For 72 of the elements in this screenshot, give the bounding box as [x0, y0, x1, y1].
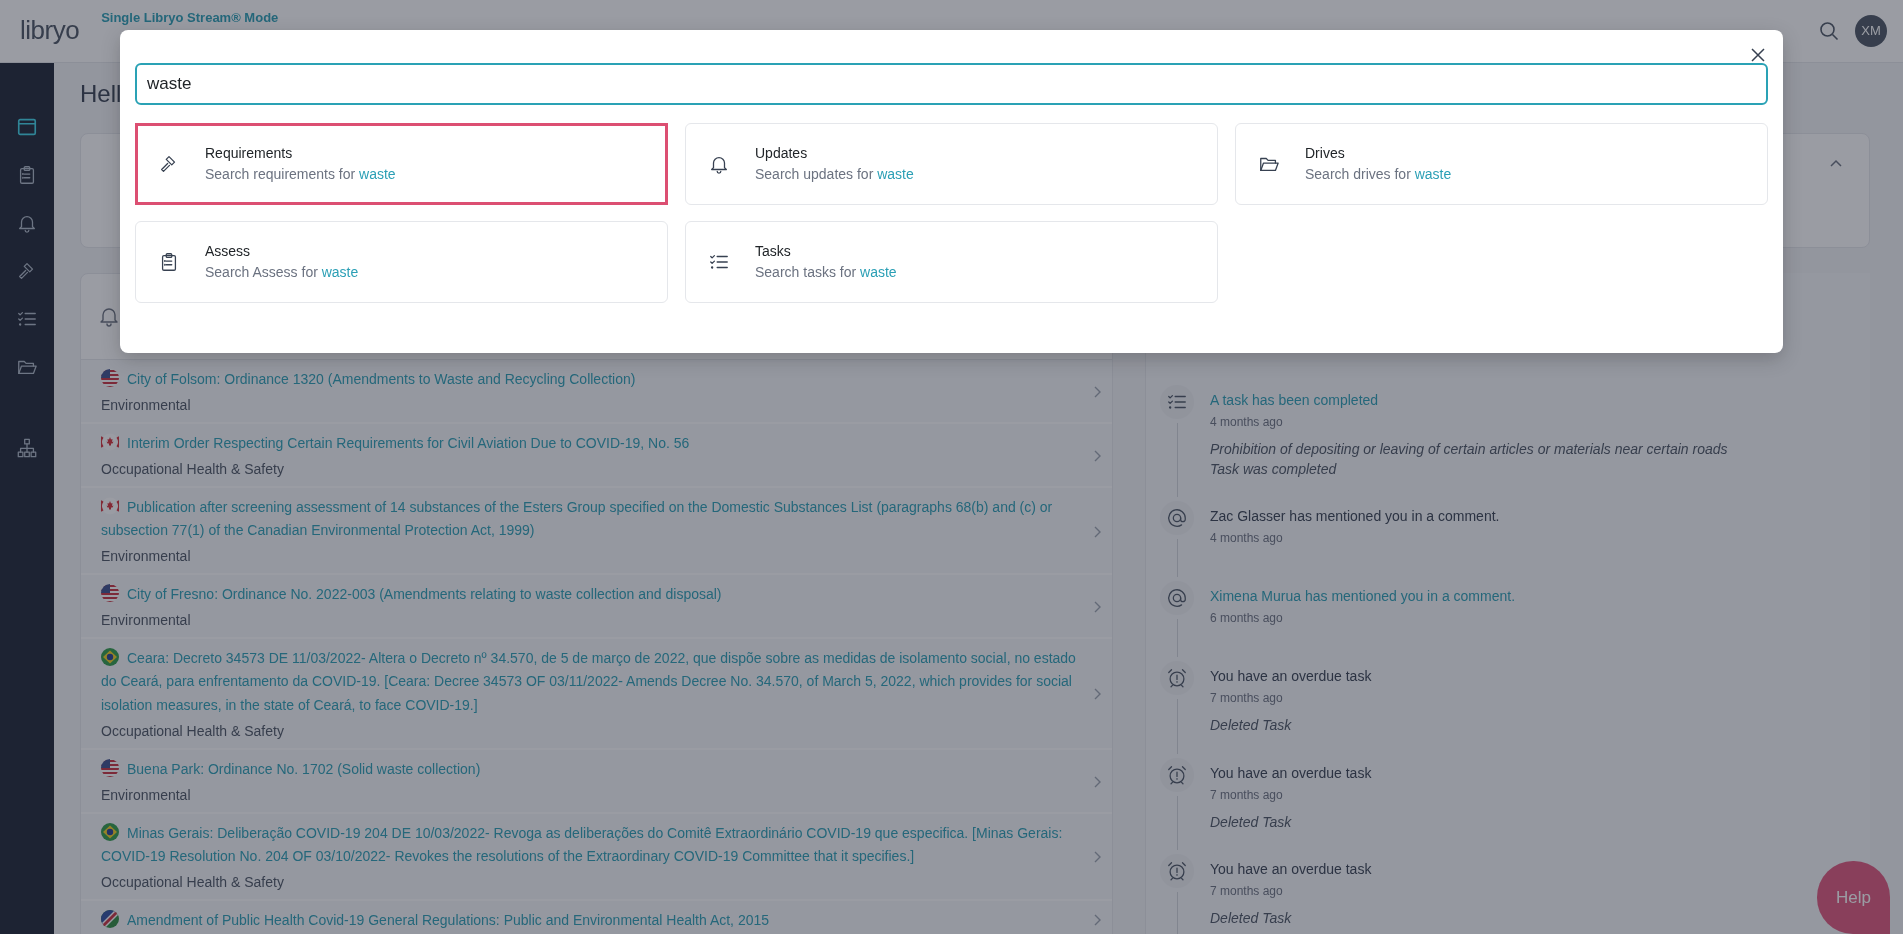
chevron-right-icon[interactable]	[1092, 850, 1102, 865]
logo[interactable]: libryo	[20, 11, 80, 51]
search-option[interactable]: Drives Search drives for waste	[1235, 123, 1768, 205]
requirement-link[interactable]: Publication after screening assessment of 14 substances of the Esters Group specified on the Domestic Substances List (paragraphs 68(b) and (c) or subsection 77(1) of the Canadian Environmental Protection Act, 1999)	[101, 496, 1076, 543]
alarm-clock-icon	[1166, 667, 1188, 690]
chevron-right-icon[interactable]	[1092, 687, 1102, 702]
activity-time: 4 months ago	[1210, 413, 1284, 431]
at-sign-icon	[1166, 587, 1188, 610]
requirement-link[interactable]: City of Fresno: Ordinance No. 2022-003 (Amendments relating to waste collection and disposal)	[101, 583, 1076, 607]
category-label: Environmental	[101, 785, 192, 805]
category-label: Occupational Health & Safety	[101, 460, 285, 480]
chevron-right-icon[interactable]	[1092, 600, 1102, 615]
chevron-right-icon[interactable]	[1092, 913, 1102, 928]
activity-title: You have an overdue task	[1210, 763, 1372, 783]
search-option[interactable]: Assess Search Assess for waste	[135, 221, 668, 303]
flag-icon	[101, 368, 119, 387]
category-label: Environmental	[101, 611, 192, 631]
option-description: Search drives for waste	[1305, 165, 1452, 184]
activity-title: Zac Glasser has mentioned you in a comment.	[1210, 507, 1500, 527]
activity-time: 6 months ago	[1210, 610, 1284, 628]
sitemap-icon	[16, 436, 38, 459]
activity-detail: Task was completed	[1210, 460, 1338, 480]
category-label: Occupational Health & Safety	[101, 721, 285, 741]
search-option[interactable]: Updates Search updates for waste	[685, 123, 1218, 205]
activity-title[interactable]: A task has been completed	[1210, 389, 1728, 411]
close-icon	[1751, 48, 1765, 63]
flag-icon	[101, 758, 119, 777]
activity-title: You have an overdue task	[1210, 860, 1372, 880]
category-label: Environmental	[101, 547, 192, 567]
option-title: Updates	[755, 144, 809, 163]
at-sign-icon	[1166, 507, 1188, 530]
chevron-right-icon[interactable]	[1092, 384, 1102, 399]
requirement-link[interactable]: Buena Park: Ordinance No. 1702 (Solid waste collection)	[101, 757, 1076, 781]
activity-detail: Deleted Task	[1210, 909, 1293, 929]
option-description: Search requirements for waste	[205, 165, 396, 184]
flag-icon	[101, 648, 119, 667]
requirement-link[interactable]: Ceara: Decreto 34573 DE 11/03/2022- Altera o Decreto nº 34.570, de 5 de março de 2022, que dispõe sobre as medidas de isolamento social, no estado do Ceará, para enfrentamento da COVID-19. [Ceara: Decree 34573 OF 03/11/2022- Amends Decree No. 34.570, of March 5, 2022, which provides for social isolation measures, in the state of Ceará, to face COVID-19.]	[101, 647, 1076, 717]
flag-icon	[101, 822, 119, 841]
option-title: Requirements	[205, 144, 294, 163]
activity-detail: Prohibition of depositing or leaving of certain articles or materials near certain roads	[1210, 439, 1728, 459]
option-description: Search Assess for waste	[205, 263, 359, 282]
activity-time: 7 months ago	[1210, 786, 1284, 804]
option-title: Assess	[205, 242, 252, 261]
activity-time: 4 months ago	[1210, 530, 1284, 548]
requirement-link[interactable]: City of Folsom: Ordinance 1320 (Amendments to Waste and Recycling Collection)	[101, 367, 1076, 391]
option-title: Drives	[1305, 144, 1346, 163]
chevron-right-icon[interactable]	[1092, 774, 1102, 789]
requirement-link[interactable]: Interim Order Respecting Certain Requirements for Civil Aviation Due to COVID-19, No. 56	[101, 431, 1076, 456]
activity-time: 7 months ago	[1210, 883, 1284, 901]
user-avatar[interactable]: XM	[1855, 14, 1887, 47]
activity-title: You have an overdue task	[1210, 667, 1372, 687]
mode-label: Single Libryo Stream® Mode	[101, 9, 279, 27]
option-description: Search updates for waste	[755, 165, 914, 184]
requirement-link[interactable]: Minas Gerais: Deliberação COVID-19 204 DE 10/03/2022- Revoga as deliberações do Comitê Extraordinário COVID-19 que especifica. [Minas Gerais: COVID-19 Resolution No. 204 OF 03/10/2022- Revokes the resolutions of the Extraordinary COVID-19 Committee that it specifies.]	[101, 821, 1076, 868]
activity-detail: Deleted Task	[1210, 812, 1293, 832]
alarm-clock-icon	[1166, 860, 1188, 883]
activity-time: 7 months ago	[1210, 690, 1284, 708]
chevron-right-icon[interactable]	[1092, 449, 1102, 463]
option-title: Tasks	[755, 242, 792, 261]
flag-icon	[101, 909, 119, 928]
activity-title[interactable]: Ximena Murua has mentioned you in a comment.	[1210, 586, 1516, 608]
greeting-heading: Hell	[80, 78, 122, 109]
chevron-right-icon[interactable]	[1092, 524, 1102, 539]
search-option[interactable]: Tasks Search tasks for waste	[685, 221, 1218, 303]
search-field[interactable]: waste	[135, 63, 1768, 105]
alarm-clock-icon	[1166, 763, 1188, 786]
search-icon[interactable]	[1819, 20, 1839, 41]
category-label: Environmental	[101, 395, 192, 415]
category-label: Occupational Health & Safety	[101, 872, 285, 892]
option-description: Search tasks for waste	[755, 263, 897, 282]
activity-detail: Deleted Task	[1210, 716, 1293, 736]
search-option[interactable]: Requirements Search requirements for waste	[135, 123, 668, 205]
